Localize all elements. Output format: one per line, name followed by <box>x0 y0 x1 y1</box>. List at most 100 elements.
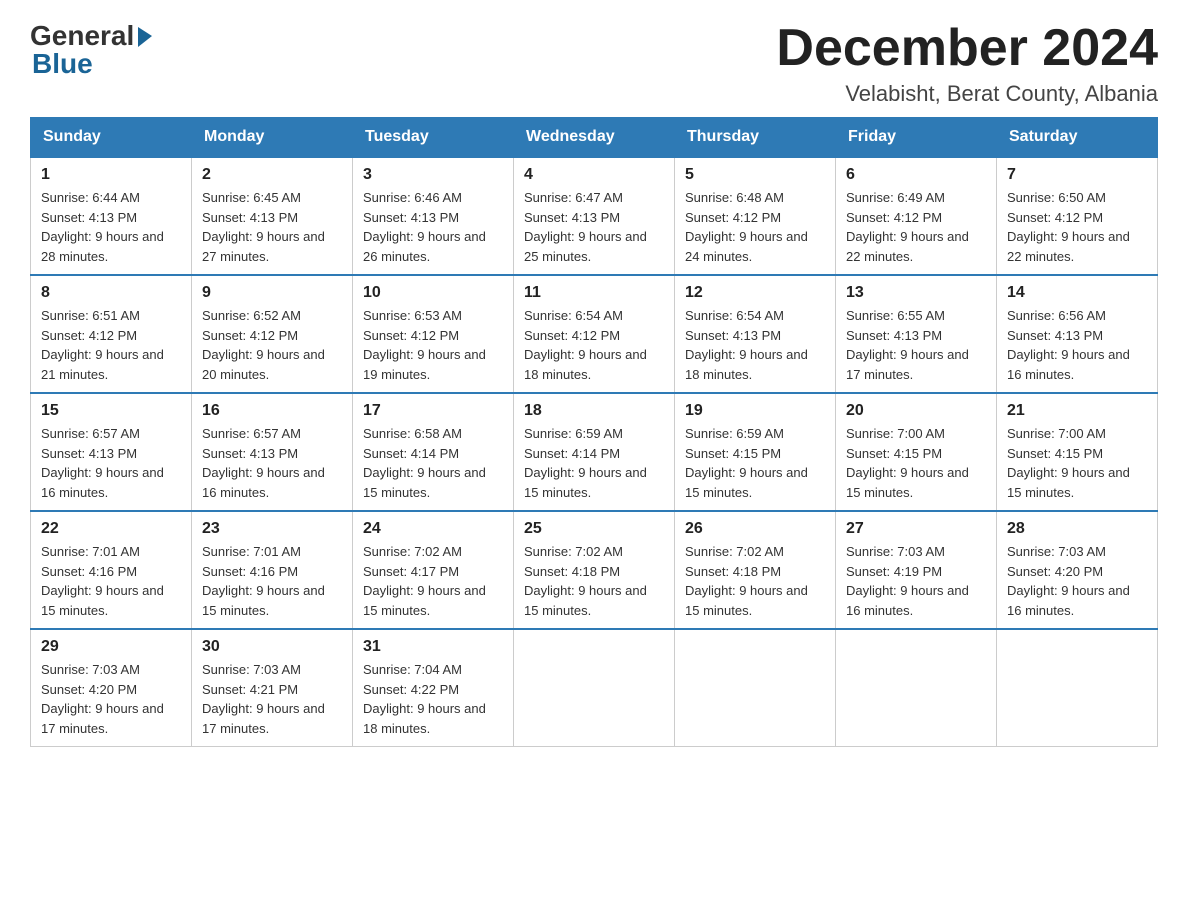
table-row: 8 Sunrise: 6:51 AMSunset: 4:12 PMDaylight… <box>31 275 192 393</box>
sunrise-text: Sunrise: 7:03 AM <box>1007 542 1147 562</box>
daylight-line2: 16 minutes. <box>202 483 342 503</box>
calendar-week-row: 8 Sunrise: 6:51 AMSunset: 4:12 PMDaylight… <box>31 275 1158 393</box>
daylight-line2: 18 minutes. <box>363 719 503 739</box>
table-row: 27Sunrise: 7:03 AMSunset: 4:19 PMDayligh… <box>836 511 997 629</box>
sunset-text: Sunset: 4:12 PM <box>363 326 503 346</box>
table-row: 25Sunrise: 7:02 AMSunset: 4:18 PMDayligh… <box>514 511 675 629</box>
sunset-text: Sunset: 4:13 PM <box>202 208 342 228</box>
day-info: Sunrise: 6:56 AMSunset: 4:13 PMDaylight:… <box>1007 306 1147 384</box>
day-info: Sunrise: 6:59 AMSunset: 4:14 PMDaylight:… <box>524 424 664 502</box>
logo: General Blue <box>30 20 156 80</box>
table-row: 1Sunrise: 6:44 AMSunset: 4:13 PMDaylight… <box>31 157 192 275</box>
day-info: Sunrise: 6:53 AMSunset: 4:12 PMDaylight:… <box>363 306 503 384</box>
day-number: 11 <box>524 284 664 302</box>
table-row: 17Sunrise: 6:58 AMSunset: 4:14 PMDayligh… <box>353 393 514 511</box>
month-title: December 2024 <box>776 20 1158 77</box>
sunset-text: Sunset: 4:12 PM <box>846 208 986 228</box>
sunset-text: Sunset: 4:15 PM <box>1007 444 1147 464</box>
header-monday: Monday <box>192 118 353 158</box>
sunset-text: Sunset: 4:16 PM <box>202 562 342 582</box>
sunset-text: Sunset: 4:13 PM <box>363 208 503 228</box>
sunset-text: Sunset: 4:21 PM <box>202 680 342 700</box>
daylight-line1: Daylight: 9 hours and <box>202 581 342 601</box>
table-row: 16Sunrise: 6:57 AMSunset: 4:13 PMDayligh… <box>192 393 353 511</box>
table-row: 28Sunrise: 7:03 AMSunset: 4:20 PMDayligh… <box>997 511 1158 629</box>
day-info: Sunrise: 6:51 AMSunset: 4:12 PMDaylight:… <box>41 306 181 384</box>
table-row: 29Sunrise: 7:03 AMSunset: 4:20 PMDayligh… <box>31 629 192 747</box>
daylight-line2: 18 minutes. <box>685 365 825 385</box>
day-info: Sunrise: 7:01 AMSunset: 4:16 PMDaylight:… <box>41 542 181 620</box>
sunrise-text: Sunrise: 7:04 AM <box>363 660 503 680</box>
sunset-text: Sunset: 4:13 PM <box>685 326 825 346</box>
sunrise-text: Sunrise: 6:58 AM <box>363 424 503 444</box>
sunrise-text: Sunrise: 6:50 AM <box>1007 188 1147 208</box>
day-info: Sunrise: 6:58 AMSunset: 4:14 PMDaylight:… <box>363 424 503 502</box>
title-section: December 2024 Velabisht, Berat County, A… <box>776 20 1158 107</box>
daylight-line2: 15 minutes. <box>685 483 825 503</box>
daylight-line1: Daylight: 9 hours and <box>524 463 664 483</box>
daylight-line2: 15 minutes. <box>363 601 503 621</box>
daylight-line1: Daylight: 9 hours and <box>524 345 664 365</box>
sunrise-text: Sunrise: 6:46 AM <box>363 188 503 208</box>
table-row: 19Sunrise: 6:59 AMSunset: 4:15 PMDayligh… <box>675 393 836 511</box>
sunrise-text: Sunrise: 6:53 AM <box>363 306 503 326</box>
sunrise-text: Sunrise: 6:52 AM <box>202 306 342 326</box>
table-row: 23Sunrise: 7:01 AMSunset: 4:16 PMDayligh… <box>192 511 353 629</box>
table-row: 11Sunrise: 6:54 AMSunset: 4:12 PMDayligh… <box>514 275 675 393</box>
table-row <box>675 629 836 747</box>
sunrise-text: Sunrise: 7:03 AM <box>846 542 986 562</box>
day-number: 19 <box>685 402 825 420</box>
daylight-line2: 28 minutes. <box>41 247 181 267</box>
sunset-text: Sunset: 4:18 PM <box>524 562 664 582</box>
sunset-text: Sunset: 4:12 PM <box>524 326 664 346</box>
header-saturday: Saturday <box>997 118 1158 158</box>
daylight-line1: Daylight: 9 hours and <box>685 345 825 365</box>
header-thursday: Thursday <box>675 118 836 158</box>
table-row: 14Sunrise: 6:56 AMSunset: 4:13 PMDayligh… <box>997 275 1158 393</box>
day-number: 15 <box>41 402 181 420</box>
table-row: 3 Sunrise: 6:46 AMSunset: 4:13 PMDaylight… <box>353 157 514 275</box>
day-number: 22 <box>41 520 181 538</box>
daylight-line2: 19 minutes. <box>363 365 503 385</box>
day-info: Sunrise: 6:57 AMSunset: 4:13 PMDaylight:… <box>41 424 181 502</box>
day-info: Sunrise: 6:46 AMSunset: 4:13 PMDaylight:… <box>363 188 503 266</box>
sunrise-text: Sunrise: 7:03 AM <box>41 660 181 680</box>
day-number: 12 <box>685 284 825 302</box>
sunrise-text: Sunrise: 6:49 AM <box>846 188 986 208</box>
sunrise-text: Sunrise: 7:02 AM <box>524 542 664 562</box>
sunset-text: Sunset: 4:13 PM <box>846 326 986 346</box>
daylight-line1: Daylight: 9 hours and <box>202 699 342 719</box>
table-row: 18 Sunrise: 6:59 AMSunset: 4:14 PMDayligh… <box>514 393 675 511</box>
daylight-line1: Daylight: 9 hours and <box>685 227 825 247</box>
daylight-line2: 21 minutes. <box>41 365 181 385</box>
day-number: 7 <box>1007 166 1147 184</box>
table-row: 24Sunrise: 7:02 AMSunset: 4:17 PMDayligh… <box>353 511 514 629</box>
daylight-line1: Daylight: 9 hours and <box>524 581 664 601</box>
day-number: 1 <box>41 166 181 184</box>
day-info: Sunrise: 7:00 AMSunset: 4:15 PMDaylight:… <box>846 424 986 502</box>
daylight-line1: Daylight: 9 hours and <box>41 463 181 483</box>
daylight-line2: 16 minutes. <box>1007 365 1147 385</box>
table-row <box>514 629 675 747</box>
daylight-line1: Daylight: 9 hours and <box>1007 227 1147 247</box>
day-number: 27 <box>846 520 986 538</box>
day-number: 3 <box>363 166 503 184</box>
table-row <box>836 629 997 747</box>
daylight-line2: 16 minutes. <box>1007 601 1147 621</box>
sunset-text: Sunset: 4:20 PM <box>41 680 181 700</box>
daylight-line2: 25 minutes. <box>524 247 664 267</box>
sunrise-text: Sunrise: 7:00 AM <box>846 424 986 444</box>
daylight-line1: Daylight: 9 hours and <box>363 227 503 247</box>
daylight-line1: Daylight: 9 hours and <box>202 345 342 365</box>
sunrise-text: Sunrise: 7:00 AM <box>1007 424 1147 444</box>
day-info: Sunrise: 6:55 AMSunset: 4:13 PMDaylight:… <box>846 306 986 384</box>
daylight-line2: 15 minutes. <box>524 483 664 503</box>
sunrise-text: Sunrise: 6:57 AM <box>202 424 342 444</box>
calendar-week-row: 22 Sunrise: 7:01 AMSunset: 4:16 PMDayligh… <box>31 511 1158 629</box>
day-number: 21 <box>1007 402 1147 420</box>
day-number: 18 <box>524 402 664 420</box>
day-number: 8 <box>41 284 181 302</box>
daylight-line2: 18 minutes. <box>524 365 664 385</box>
daylight-line2: 17 minutes. <box>202 719 342 739</box>
table-row: 20Sunrise: 7:00 AMSunset: 4:15 PMDayligh… <box>836 393 997 511</box>
